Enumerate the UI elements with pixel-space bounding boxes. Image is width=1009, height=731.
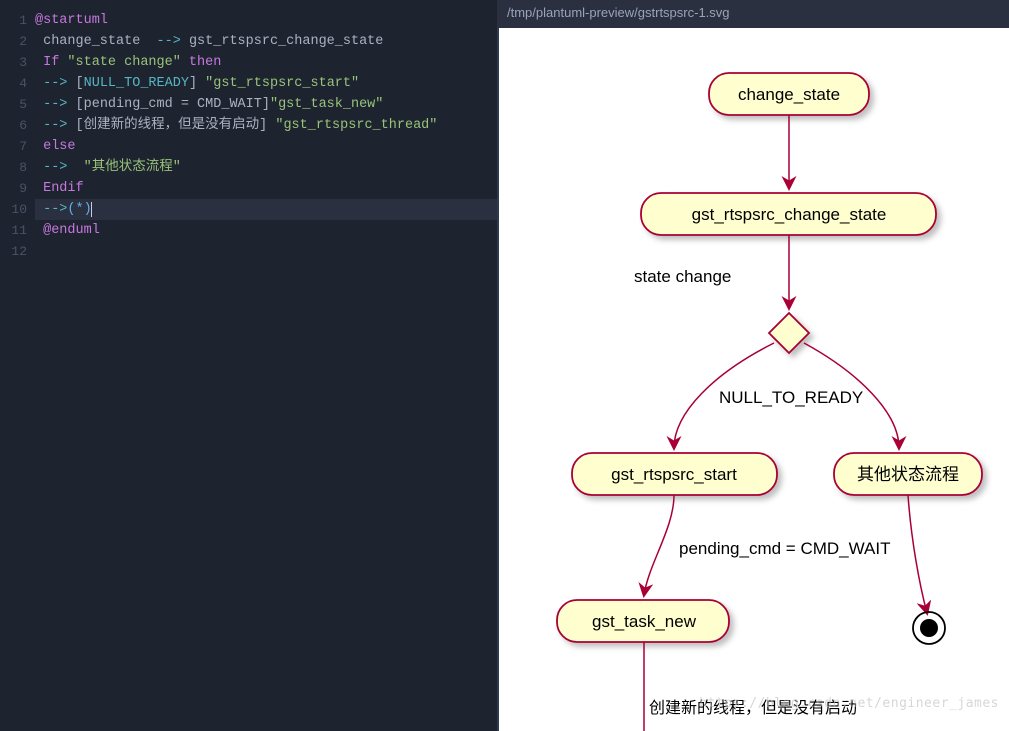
code-line[interactable]: @startuml xyxy=(35,10,497,31)
token-enum: NULL_TO_READY xyxy=(84,76,189,91)
code-line[interactable]: @enduml xyxy=(35,220,497,241)
token-string: "gst_rtspsrc_thread" xyxy=(275,118,437,133)
edge-label-state-change: state change xyxy=(634,267,731,286)
token-arrow: --> xyxy=(35,76,76,91)
code-line[interactable]: --> [创建新的线程，但是没有启动] "gst_rtspsrc_thread" xyxy=(35,115,497,136)
line-number: 5 xyxy=(0,94,35,115)
token-arrow: --> xyxy=(157,34,181,49)
line-number: 6 xyxy=(0,115,35,136)
code-line[interactable]: --> [NULL_TO_READY] "gst_rtspsrc_start" xyxy=(35,73,497,94)
token-string: "gst_task_new" xyxy=(270,97,383,112)
code-editor-pane: 1 2 3 4 5 6 7 8 9 10 11 12 @startuml cha… xyxy=(0,0,497,731)
token-ident: gst_rtspsrc_change_state xyxy=(181,34,384,49)
node-task-new-text: gst_task_new xyxy=(592,612,697,631)
code-line[interactable]: else xyxy=(35,136,497,157)
token-keyword: else xyxy=(35,139,76,154)
plantuml-diagram: change_state gst_rtspsrc_change_state st… xyxy=(499,28,1009,731)
line-number: 10 xyxy=(0,199,35,220)
line-number: 3 xyxy=(0,52,35,73)
token-bracket: ] xyxy=(262,97,270,112)
line-number: 2 xyxy=(0,31,35,52)
line-number: 8 xyxy=(0,157,35,178)
edge xyxy=(908,495,927,613)
preview-pane: /tmp/plantuml-preview/gstrtspsrc-1.svg c… xyxy=(497,0,1009,731)
code-line-current[interactable]: -->(*) xyxy=(35,199,497,220)
line-number: 11 xyxy=(0,220,35,241)
token-string: "gst_rtspsrc_start" xyxy=(205,76,359,91)
token-keyword: Endif xyxy=(35,181,84,196)
line-number-gutter: 1 2 3 4 5 6 7 8 9 10 11 12 xyxy=(0,0,35,731)
code-area[interactable]: @startuml change_state --> gst_rtspsrc_c… xyxy=(35,0,497,731)
preview-file-path: /tmp/plantuml-preview/gstrtspsrc-1.svg xyxy=(507,5,730,20)
code-line[interactable]: --> [pending_cmd = CMD_WAIT]"gst_task_ne… xyxy=(35,94,497,115)
line-number: 12 xyxy=(0,241,35,262)
line-number: 7 xyxy=(0,136,35,157)
node-change-state-fn-text: gst_rtspsrc_change_state xyxy=(692,205,887,224)
token-string: "state change" xyxy=(67,55,180,70)
line-number: 1 xyxy=(0,10,35,31)
token-arrow: --> xyxy=(35,118,76,133)
line-number: 4 xyxy=(0,73,35,94)
final-state-inner xyxy=(920,619,938,637)
token-directive: @startuml xyxy=(35,13,108,28)
token-expr: 创建新的线程，但是没有启动 xyxy=(84,118,260,133)
token-arrow: --> xyxy=(35,160,84,175)
code-line[interactable]: If "state change" then xyxy=(35,52,497,73)
edge-label-null-to-ready: NULL_TO_READY xyxy=(719,388,863,407)
token-keyword: then xyxy=(181,55,222,70)
code-line[interactable]: change_state --> gst_rtspsrc_change_stat… xyxy=(35,31,497,52)
token-space xyxy=(197,76,205,91)
edge-label-pending: pending_cmd = CMD_WAIT xyxy=(679,539,890,558)
token-keyword: If xyxy=(35,55,67,70)
code-line[interactable]: --> "其他状态流程" xyxy=(35,157,497,178)
text-cursor xyxy=(91,202,92,217)
preview-path-bar: /tmp/plantuml-preview/gstrtspsrc-1.svg xyxy=(497,0,1009,28)
node-other-text: 其他状态流程 xyxy=(857,465,959,484)
token-arrow: --> xyxy=(35,97,76,112)
token-bracket: ] xyxy=(189,76,197,91)
decision-diamond xyxy=(769,313,809,353)
token-bracket: [ xyxy=(76,97,84,112)
edge xyxy=(644,495,674,595)
token-terminal: (*) xyxy=(67,202,91,217)
token-expr: pending_cmd = CMD_WAIT xyxy=(84,97,262,112)
token-bracket: [ xyxy=(76,76,84,91)
token-bracket: [ xyxy=(76,118,84,133)
line-number: 9 xyxy=(0,178,35,199)
token-arrow: --> xyxy=(35,202,67,217)
node-start-text: gst_rtspsrc_start xyxy=(611,465,737,484)
node-change-state-text: change_state xyxy=(738,85,840,104)
code-line[interactable]: Endif xyxy=(35,178,497,199)
preview-canvas[interactable]: change_state gst_rtspsrc_change_state st… xyxy=(497,28,1009,731)
token-directive: @enduml xyxy=(35,223,100,238)
token-string: "其他状态流程" xyxy=(84,160,181,175)
token-ident: change_state xyxy=(35,34,157,49)
watermark-text: https://blog.csdn.net/engineer_james xyxy=(699,696,999,711)
